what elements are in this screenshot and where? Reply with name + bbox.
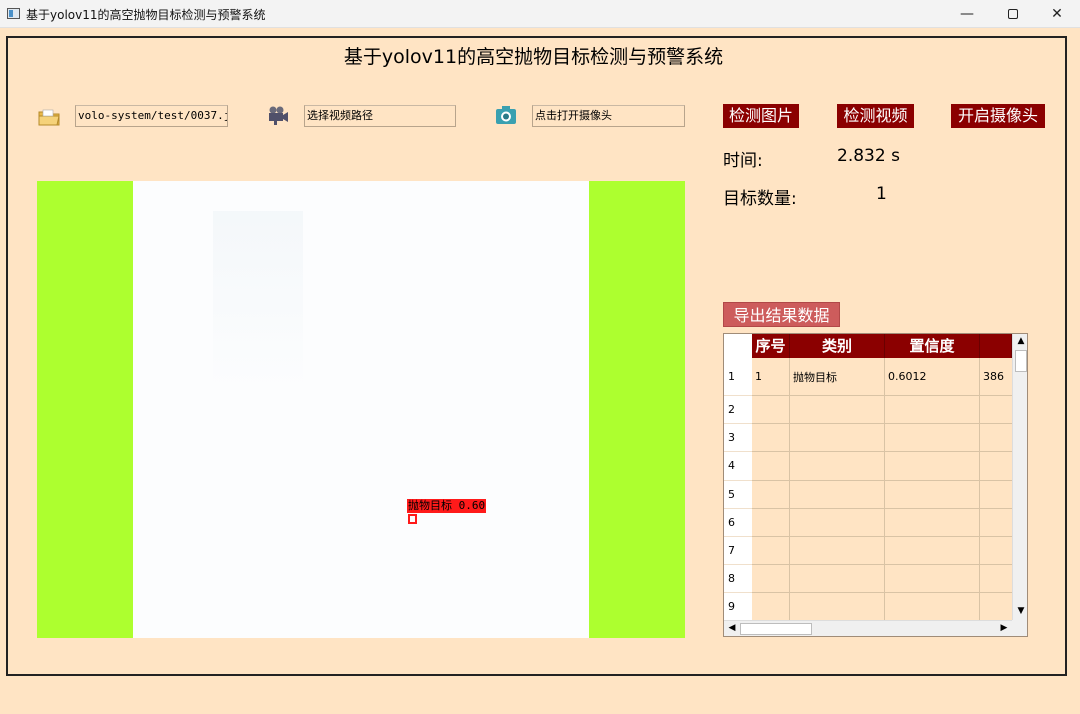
cell-position[interactable] — [980, 424, 1012, 451]
time-label: 时间: — [723, 151, 763, 171]
detect-video-button[interactable]: 检测视频 — [837, 104, 914, 128]
row-number[interactable]: 9 — [724, 593, 752, 622]
cell-index[interactable] — [752, 508, 790, 536]
cell-confidence[interactable] — [885, 508, 980, 536]
row-number[interactable]: 2 — [724, 396, 752, 425]
export-results-button[interactable]: 导出结果数据 — [723, 302, 840, 327]
column-header-index[interactable]: 序号 — [752, 334, 790, 358]
table-row[interactable] — [752, 508, 1012, 537]
scroll-up-icon[interactable]: ▲ — [1013, 336, 1027, 346]
table-row[interactable] — [752, 480, 1012, 509]
minimize-button[interactable]: — — [944, 0, 990, 28]
cell-index[interactable] — [752, 424, 790, 452]
row-number[interactable]: 1 — [724, 358, 752, 396]
column-header-position[interactable] — [980, 334, 1012, 358]
cell-position[interactable] — [980, 396, 1012, 423]
row-number[interactable]: 7 — [724, 537, 752, 566]
target-count-label: 目标数量: — [723, 189, 797, 209]
cell-position[interactable] — [980, 481, 1012, 508]
table-row[interactable] — [752, 593, 1012, 622]
maximize-button[interactable] — [990, 0, 1036, 28]
cell-confidence[interactable] — [885, 593, 980, 621]
cell-class[interactable] — [790, 396, 885, 424]
row-number[interactable]: 4 — [724, 452, 752, 481]
table-row[interactable] — [752, 537, 1012, 566]
cell-index[interactable] — [752, 593, 790, 621]
cell-confidence[interactable] — [885, 565, 980, 593]
cell-confidence[interactable] — [885, 424, 980, 452]
cell-position[interactable]: 386 — [980, 358, 1012, 395]
horizontal-scrollbar[interactable]: ◀ ▶ — [724, 620, 1012, 636]
cell-class[interactable] — [790, 537, 885, 565]
scroll-corner — [1012, 620, 1027, 636]
horizontal-scroll-thumb[interactable] — [740, 623, 812, 635]
target-count-value: 1 — [876, 184, 887, 204]
cell-index[interactable] — [752, 396, 790, 424]
cell-class[interactable]: 抛物目标 — [790, 358, 885, 395]
cell-position[interactable] — [980, 537, 1012, 564]
cell-index[interactable]: 1 — [752, 358, 790, 395]
table-row[interactable]: 1 抛物目标 0.6012 386 — [752, 358, 1012, 396]
cell-index[interactable] — [752, 452, 790, 480]
table-row[interactable] — [752, 452, 1012, 481]
cell-class[interactable] — [790, 565, 885, 593]
scroll-left-icon[interactable]: ◀ — [724, 623, 740, 633]
cell-position[interactable] — [980, 452, 1012, 479]
table-row[interactable] — [752, 565, 1012, 594]
cell-confidence[interactable] — [885, 480, 980, 508]
window-title: 基于yolov11的高空抛物目标检测与预警系统 — [26, 8, 266, 22]
row-number[interactable]: 8 — [724, 565, 752, 594]
results-table[interactable]: 序号 类别 置信度 1 1 抛物目标 0.6012 386 2 3 4 5 6 7 8 9 ▲ ▼ ◀ … — [723, 333, 1028, 637]
column-header-class[interactable]: 类别 — [790, 334, 885, 358]
window-titlebar: 基于yolov11的高空抛物目标检测与预警系统 — ✕ — [0, 0, 1080, 28]
detection-box — [408, 514, 417, 524]
cell-position[interactable] — [980, 565, 1012, 592]
cell-confidence[interactable] — [885, 537, 980, 565]
video-path-field[interactable]: 选择视频路径 — [304, 105, 456, 127]
table-corner[interactable] — [724, 334, 752, 358]
time-value: 2.832 s — [837, 146, 900, 166]
cell-index[interactable] — [752, 537, 790, 565]
close-button[interactable]: ✕ — [1034, 0, 1080, 28]
cell-confidence[interactable] — [885, 452, 980, 480]
scroll-right-icon[interactable]: ▶ — [996, 623, 1012, 633]
cell-class[interactable] — [790, 593, 885, 621]
camera-field[interactable]: 点击打开摄像头 — [532, 105, 685, 127]
vertical-scroll-thumb[interactable] — [1015, 350, 1027, 372]
video-camera-icon[interactable] — [266, 104, 290, 126]
row-number[interactable]: 6 — [724, 508, 752, 537]
cell-confidence[interactable]: 0.6012 — [885, 358, 980, 395]
image-haze — [213, 211, 303, 391]
image-path-field[interactable]: volo-system/test/0037.jpg — [75, 105, 228, 127]
cell-position[interactable] — [980, 593, 1012, 620]
app-window-icon — [7, 8, 20, 19]
vertical-scrollbar[interactable]: ▲ ▼ — [1012, 334, 1027, 620]
table-row[interactable] — [752, 424, 1012, 453]
table-row[interactable] — [752, 396, 1012, 425]
cell-class[interactable] — [790, 424, 885, 452]
cell-class[interactable] — [790, 480, 885, 508]
folder-icon[interactable] — [37, 106, 61, 128]
cell-index[interactable] — [752, 480, 790, 508]
camera-icon[interactable] — [494, 104, 518, 126]
page-title: 基于yolov11的高空抛物目标检测与预警系统 — [343, 46, 724, 68]
cell-position[interactable] — [980, 509, 1012, 536]
cell-confidence[interactable] — [885, 396, 980, 424]
detect-image-button[interactable]: 检测图片 — [723, 104, 799, 128]
row-number[interactable]: 3 — [724, 424, 752, 453]
cell-class[interactable] — [790, 452, 885, 480]
image-display: 抛物目标 0.60 — [37, 181, 685, 638]
cell-index[interactable] — [752, 565, 790, 593]
maximize-icon — [1008, 9, 1018, 19]
detection-label: 抛物目标 0.60 — [407, 499, 487, 513]
scroll-down-icon[interactable]: ▼ — [1013, 606, 1027, 616]
cell-class[interactable] — [790, 508, 885, 536]
row-number[interactable]: 5 — [724, 480, 752, 509]
column-header-confidence[interactable]: 置信度 — [885, 334, 980, 358]
detection-image — [133, 181, 589, 638]
open-camera-button[interactable]: 开启摄像头 — [951, 104, 1045, 128]
